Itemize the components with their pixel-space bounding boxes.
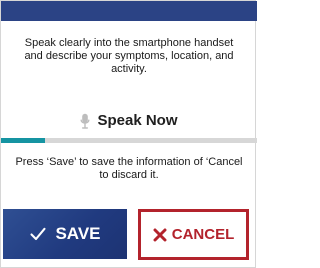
recording-progress-track	[1, 138, 257, 143]
save-instructions: Press ‘Save’ to save the information of …	[15, 156, 243, 181]
cancel-button[interactable]: CANCEL	[138, 209, 249, 260]
checkmark-icon	[30, 227, 47, 241]
speech-instructions: Speak clearly into the smartphone handse…	[24, 37, 234, 75]
microphone-icon	[80, 113, 90, 129]
recording-progress-fill	[1, 138, 45, 143]
speech-recorder-panel: Speak clearly into the smartphone handse…	[0, 0, 257, 268]
save-button-label: SAVE	[55, 224, 101, 243]
cancel-button-label: CANCEL	[171, 226, 235, 243]
save-button[interactable]: SAVE	[3, 209, 127, 259]
x-icon	[153, 228, 167, 241]
speak-now-status: Speak Now	[1, 110, 257, 132]
top-bar	[1, 1, 257, 21]
speak-now-label: Speak Now	[97, 112, 178, 129]
